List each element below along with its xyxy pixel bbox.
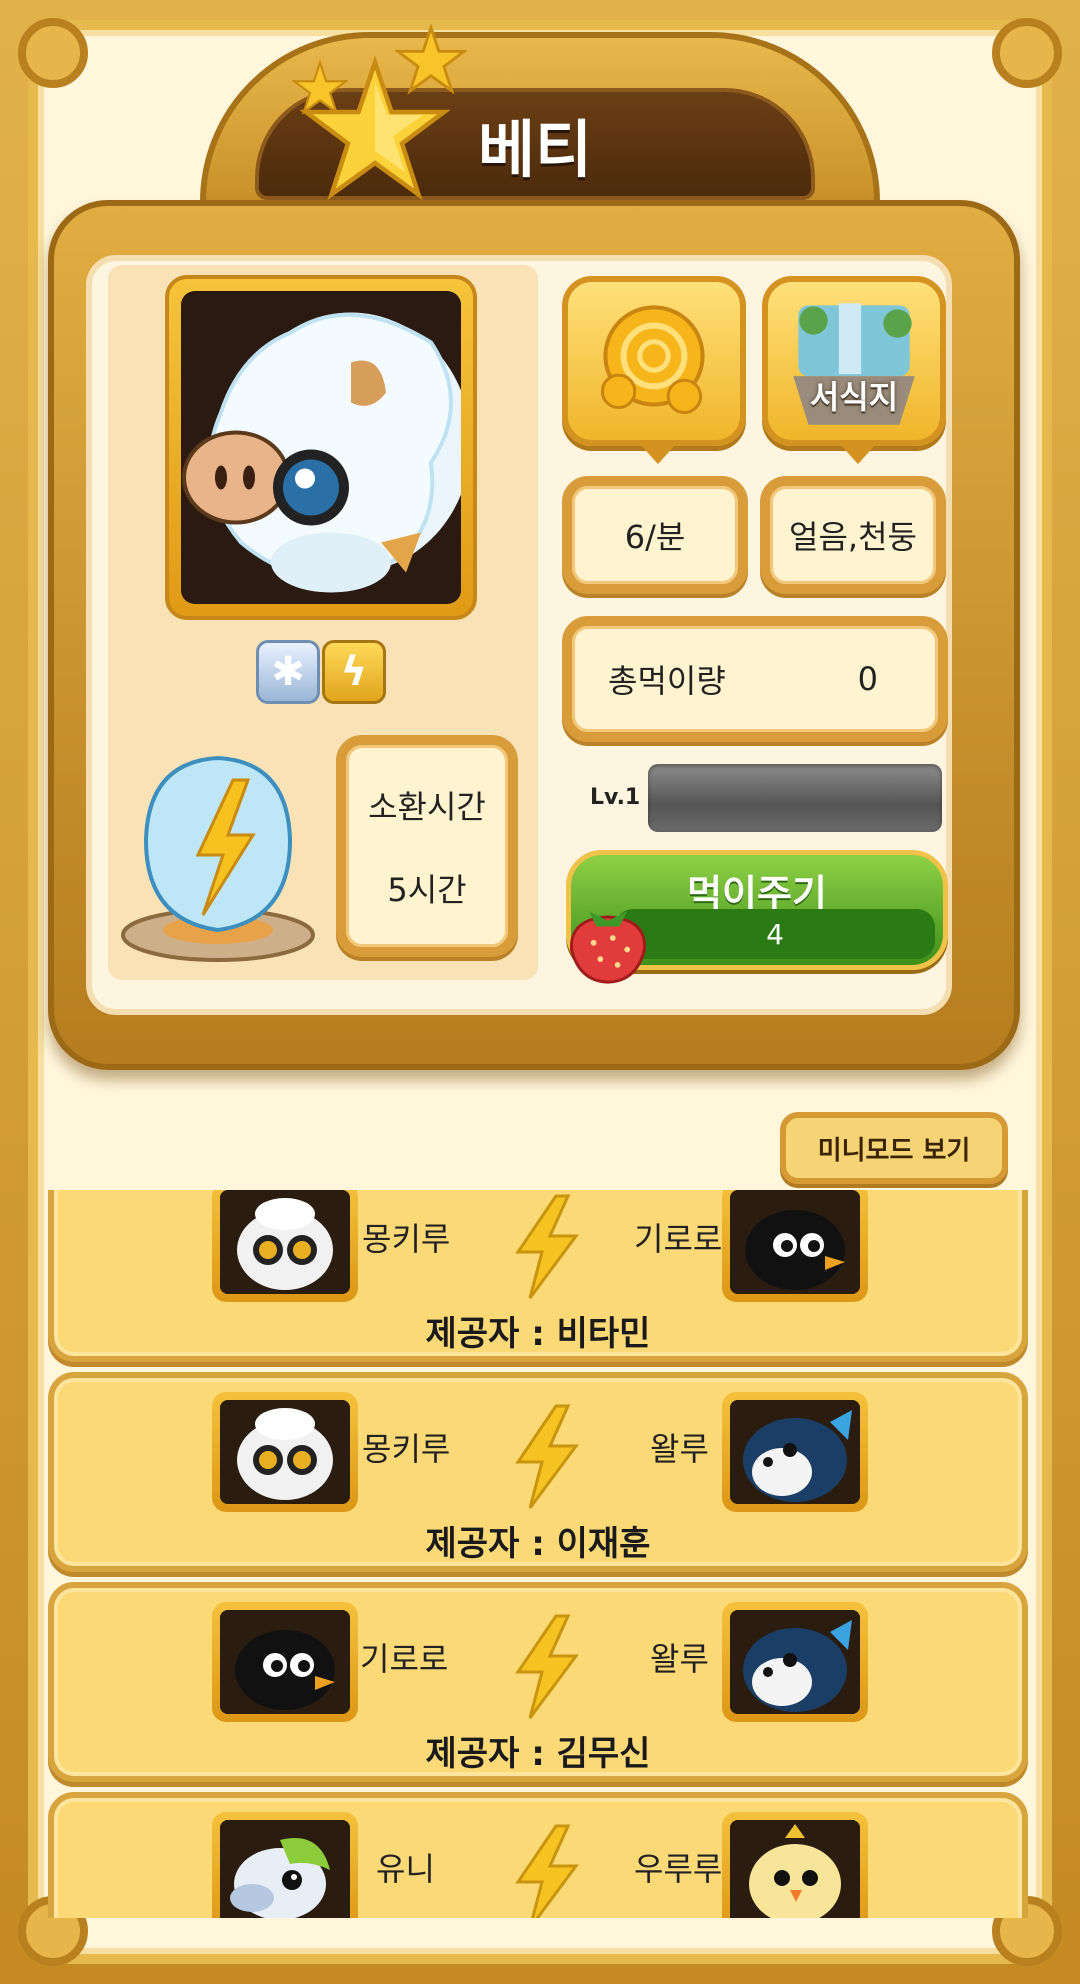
star-icon xyxy=(300,55,450,201)
strawberry-icon xyxy=(570,911,646,984)
combo-card[interactable]: 몽키루 기로로 제공자 : 비타민 xyxy=(48,1190,1028,1362)
total-food-value: 0 xyxy=(857,660,878,698)
summon-time-box: 소환시간 5시간 xyxy=(336,735,518,957)
monkey-pet-icon xyxy=(220,1190,350,1294)
monkey-pet-icon xyxy=(220,1400,350,1504)
provider-label: 제공자 : 이재훈 xyxy=(425,1524,651,1564)
total-food-label: 총먹이량 xyxy=(608,662,726,700)
corner-ornament xyxy=(992,18,1062,88)
level-label: Lv.1 xyxy=(590,785,641,810)
lightning-egg-icon xyxy=(121,755,315,962)
pet-slot-left xyxy=(212,1190,358,1302)
pet-slot-right xyxy=(722,1812,868,1918)
provider-label: 제공자 : 비타민 xyxy=(425,1314,651,1354)
snowflake-icon: ✱ xyxy=(256,640,320,704)
feed-count: 4 xyxy=(615,909,935,959)
mini-mode-button[interactable]: 미니모드 보기 xyxy=(780,1112,1008,1184)
rate-box: 6/분 xyxy=(562,476,748,594)
combo-list[interactable]: 몽키루 기로로 제공자 : 비타민 몽키루 왈루 제공자 : 이재훈 기로로 왈… xyxy=(48,1190,1028,1918)
lightning-icon xyxy=(515,1824,579,1918)
ururu-pet-icon xyxy=(730,1820,860,1918)
combo-card[interactable]: 유니 우루루 xyxy=(48,1792,1028,1918)
pet-name-left: 몽키루 xyxy=(362,1220,451,1258)
pet-name-right: 기로로 xyxy=(634,1220,723,1258)
pet-slot-left xyxy=(212,1812,358,1918)
pet-name-left: 유니 xyxy=(376,1850,435,1888)
walu-pet-icon xyxy=(730,1400,860,1504)
summon-time-label: 소환시간 xyxy=(368,787,486,826)
element-box: 얼음,천둥 xyxy=(760,476,946,594)
walu-pet-icon xyxy=(730,1610,860,1714)
pet-slot-left xyxy=(212,1392,358,1512)
giroro-pet-icon xyxy=(730,1190,860,1294)
pet-name-left: 몽키루 xyxy=(362,1430,451,1468)
lightning-icon: ϟ xyxy=(322,640,386,704)
coin-badge[interactable] xyxy=(562,276,746,464)
habitat-badge[interactable]: 서식지 xyxy=(762,276,946,464)
pet-slot-right xyxy=(722,1190,868,1302)
combo-card[interactable]: 몽키루 왈루 제공자 : 이재훈 xyxy=(48,1372,1028,1572)
pet-name-right: 왈루 xyxy=(650,1640,709,1678)
element-text: 얼음,천둥 xyxy=(789,518,917,556)
total-food-box: 총먹이량 0 xyxy=(562,616,948,742)
lightning-icon xyxy=(515,1404,579,1509)
lightning-icon xyxy=(515,1614,579,1719)
summon-time-value: 5시간 xyxy=(387,870,467,909)
pet-portrait xyxy=(165,275,477,620)
combo-card[interactable]: 기로로 왈루 제공자 : 김무신 xyxy=(48,1582,1028,1782)
lightning-icon xyxy=(515,1194,579,1299)
pet-beti-image xyxy=(181,292,461,603)
provider-label: 제공자 : 김무신 xyxy=(425,1734,651,1774)
pet-slot-right xyxy=(722,1392,868,1512)
pet-name-right: 우루루 xyxy=(634,1850,723,1888)
gold-coin-icon xyxy=(600,305,705,415)
uni-pet-icon xyxy=(220,1820,350,1918)
pet-name-left: 기로로 xyxy=(360,1640,449,1678)
pet-slot-right xyxy=(722,1602,868,1722)
giroro-pet-icon xyxy=(220,1610,350,1714)
pet-name-right: 왈루 xyxy=(650,1430,709,1468)
habitat-label: 서식지 xyxy=(809,378,899,416)
level-progress-bar xyxy=(648,764,942,832)
corner-ornament xyxy=(18,18,88,88)
rate-value: 6/분 xyxy=(624,518,686,556)
pet-slot-left xyxy=(212,1602,358,1722)
